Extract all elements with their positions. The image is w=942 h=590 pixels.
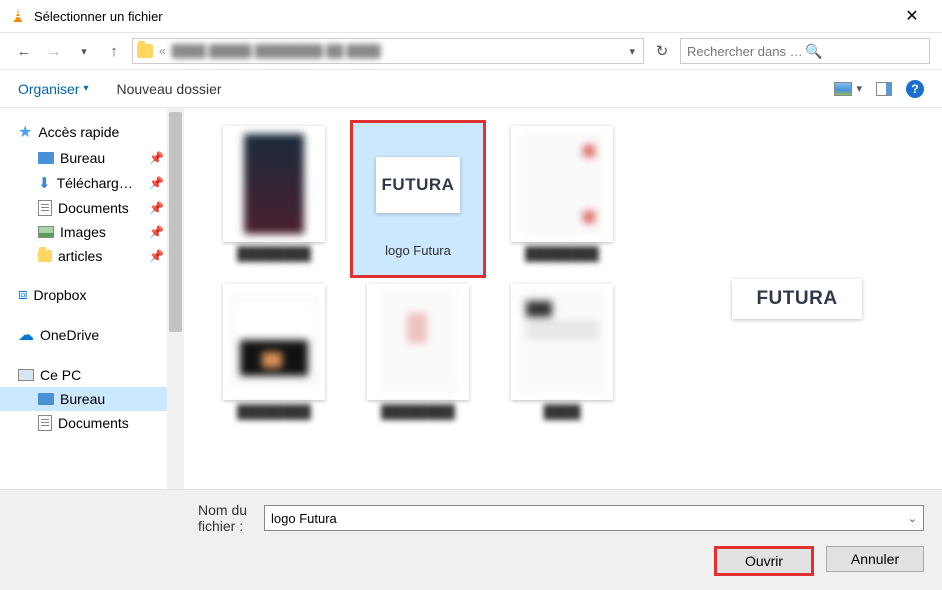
search-icon: 🔍	[805, 43, 923, 60]
search-placeholder: Rechercher dans : Comment in...	[687, 44, 805, 59]
document-icon	[38, 200, 52, 216]
sidebar-quick-access[interactable]: ★ Accès rapide	[18, 118, 184, 146]
vlc-icon	[10, 8, 26, 24]
file-grid: ████████ FUTURA logo Futura ████████ ███…	[184, 108, 652, 489]
view-icon	[834, 82, 852, 96]
download-icon: ⬇	[38, 174, 51, 192]
cancel-button[interactable]: Annuler	[826, 546, 924, 572]
search-input[interactable]: Rechercher dans : Comment in... 🔍	[680, 38, 930, 64]
pictures-icon	[38, 226, 54, 238]
file-label: logo Futura	[385, 243, 451, 258]
address-bar[interactable]: « ████ █████ ████████ ██ ████ ▾	[132, 38, 644, 64]
dropbox-icon: ⧈	[18, 286, 28, 303]
filename-label: Nom du fichier :	[198, 502, 250, 534]
sidebar-onedrive[interactable]: ☁ OneDrive	[18, 321, 184, 349]
document-icon	[38, 415, 52, 431]
filename-value: logo Futura	[271, 511, 337, 526]
new-folder-button[interactable]: Nouveau dossier	[117, 81, 222, 97]
star-icon: ★	[18, 122, 32, 142]
desktop-icon	[38, 152, 54, 164]
pin-icon: 📌	[149, 225, 164, 239]
futura-logo-thumb: FUTURA	[382, 175, 455, 195]
folder-icon	[137, 44, 153, 58]
close-button[interactable]: ✕	[892, 1, 932, 31]
back-button[interactable]: ←	[12, 39, 36, 63]
sidebar-item-bureau[interactable]: Bureau 📌	[18, 146, 184, 170]
file-open-dialog: Sélectionner un fichier ✕ ← → ▾ ↑ « ████…	[0, 0, 942, 590]
file-area: ████████ FUTURA logo Futura ████████ ███…	[184, 108, 942, 489]
organize-menu[interactable]: Organiser▾	[18, 81, 89, 97]
sidebar-this-pc[interactable]: Ce PC	[18, 363, 184, 387]
sidebar-item-downloads[interactable]: ⬇ Téléchargements 📌	[18, 170, 184, 196]
sidebar-pc-documents[interactable]: Documents	[18, 411, 184, 435]
toolbar: Organiser▾ Nouveau dossier ▾ ?	[0, 70, 942, 108]
footer: Nom du fichier : logo Futura ⌄ Ouvrir An…	[0, 489, 942, 590]
chevron-down-icon: ▾	[856, 82, 862, 95]
view-menu[interactable]: ▾	[834, 82, 862, 96]
pin-icon: 📌	[149, 176, 164, 190]
file-tile[interactable]: ████████	[350, 278, 486, 434]
desktop-icon	[38, 393, 54, 405]
chevron-down-icon[interactable]: ⌄	[908, 512, 917, 525]
navigation-bar: ← → ▾ ↑ « ████ █████ ████████ ██ ████ ▾ …	[0, 32, 942, 70]
help-button[interactable]: ?	[906, 80, 924, 98]
pc-icon	[18, 369, 34, 381]
up-button[interactable]: ↑	[102, 39, 126, 63]
preview-pane: FUTURA	[652, 108, 942, 489]
forward-button[interactable]: →	[42, 39, 66, 63]
sidebar-item-articles[interactable]: articles 📌	[18, 244, 184, 268]
onedrive-icon: ☁	[18, 325, 34, 345]
file-tile[interactable]: ████████	[206, 120, 342, 276]
pin-icon: 📌	[149, 249, 164, 263]
sidebar: ★ Accès rapide Bureau 📌 ⬇ Téléchargement…	[0, 108, 184, 489]
recent-dropdown[interactable]: ▾	[72, 39, 96, 63]
open-button[interactable]: Ouvrir	[714, 546, 814, 576]
main-content: ★ Accès rapide Bureau 📌 ⬇ Téléchargement…	[0, 108, 942, 489]
sidebar-scrollbar[interactable]	[167, 108, 184, 489]
pin-icon: 📌	[149, 151, 164, 165]
address-path: ████ █████ ████████ ██ ████	[172, 44, 620, 58]
window-title: Sélectionner un fichier	[34, 9, 892, 24]
file-tile[interactable]: ████████	[206, 278, 342, 434]
pin-icon: 📌	[149, 201, 164, 215]
file-tile[interactable]: ████	[494, 278, 630, 434]
folder-icon	[38, 250, 52, 262]
titlebar: Sélectionner un fichier ✕	[0, 0, 942, 32]
sidebar-dropbox[interactable]: ⧈ Dropbox	[18, 282, 184, 307]
file-tile-logo-futura[interactable]: FUTURA logo Futura	[350, 120, 486, 278]
address-dropdown[interactable]: ▾	[625, 45, 639, 58]
file-tile[interactable]: ████████	[494, 120, 630, 276]
preview-pane-toggle[interactable]	[876, 82, 892, 96]
futura-logo-preview: FUTURA	[756, 288, 837, 310]
sidebar-item-images[interactable]: Images 📌	[18, 220, 184, 244]
sidebar-pc-bureau[interactable]: Bureau	[0, 387, 184, 411]
filename-input[interactable]: logo Futura ⌄	[264, 505, 924, 531]
refresh-button[interactable]: ↻	[650, 39, 674, 63]
sidebar-item-documents[interactable]: Documents 📌	[18, 196, 184, 220]
